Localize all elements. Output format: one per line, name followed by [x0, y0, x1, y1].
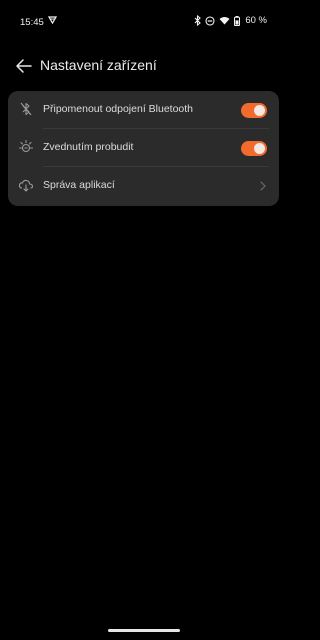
raise-to-wake-toggle[interactable] — [241, 141, 267, 156]
settings-card: Připomenout odpojení Bluetooth Zvednutím… — [8, 91, 279, 206]
cloud-apps-icon — [18, 177, 34, 193]
arrow-left-icon — [16, 59, 32, 73]
status-bar: 15:45 60 % — [0, 0, 287, 44]
setting-label: Správa aplikací — [43, 179, 115, 191]
back-button[interactable] — [14, 56, 34, 76]
header: Nastavení zařízení — [0, 54, 287, 78]
bluetooth-reminder-toggle[interactable] — [241, 103, 267, 118]
bluetooth-icon — [194, 15, 202, 26]
gesture-nav-handle[interactable] — [108, 629, 180, 632]
setting-label: Zvednutím probudit — [43, 141, 134, 153]
do-not-disturb-icon — [205, 15, 215, 26]
bluetooth-off-icon — [18, 101, 34, 117]
setting-raise-to-wake[interactable]: Zvednutím probudit — [8, 129, 279, 166]
setting-app-management[interactable]: Správa aplikací — [8, 167, 279, 204]
page-title: Nastavení zařízení — [40, 57, 157, 73]
battery-percentage: 60 % — [245, 15, 267, 26]
toggle-knob — [254, 143, 265, 154]
chevron-right-icon — [259, 179, 267, 191]
network-activity-icon — [47, 15, 58, 28]
setting-bluetooth-disconnect-reminder[interactable]: Připomenout odpojení Bluetooth — [8, 91, 279, 128]
setting-label: Připomenout odpojení Bluetooth — [43, 103, 194, 115]
battery-icon — [234, 15, 241, 26]
status-icons: 60 % — [194, 15, 267, 26]
status-time: 15:45 — [20, 17, 44, 28]
toggle-knob — [254, 105, 265, 116]
wifi-icon — [219, 16, 230, 25]
raise-to-wake-icon — [18, 139, 34, 155]
